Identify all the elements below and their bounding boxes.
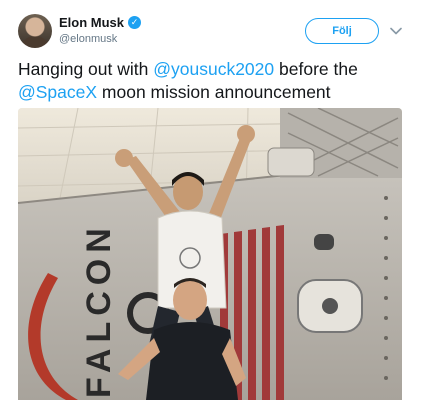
tweet-text-part: Hanging out with [18, 59, 154, 79]
author-name-row: Elon Musk ✓ [59, 15, 142, 30]
tweet-text-part: moon mission announcement [97, 82, 331, 102]
author-handle[interactable]: @elonmusk [59, 33, 117, 45]
follow-button[interactable]: Följ [305, 18, 379, 44]
tweet-header: Elon Musk ✓ @elonmusk Följ [0, 0, 425, 58]
falcon-lettering: FALCON [80, 222, 118, 398]
tweet-photo[interactable]: FALCON [18, 108, 402, 400]
chevron-down-icon[interactable] [389, 24, 403, 38]
svg-text:FALCON: FALCON [80, 222, 118, 398]
grid-fin [267, 108, 402, 178]
author-name[interactable]: Elon Musk [59, 15, 124, 30]
tweet-text: Hanging out with @yousuck2020 before the… [18, 58, 413, 104]
mention-link[interactable]: @yousuck2020 [153, 59, 274, 79]
tweet-text-part: before the [274, 59, 358, 79]
avatar[interactable] [18, 14, 52, 48]
photo-illustration: FALCON [18, 108, 402, 400]
verified-badge-icon: ✓ [128, 16, 142, 29]
mention-link[interactable]: @SpaceX [18, 82, 97, 102]
